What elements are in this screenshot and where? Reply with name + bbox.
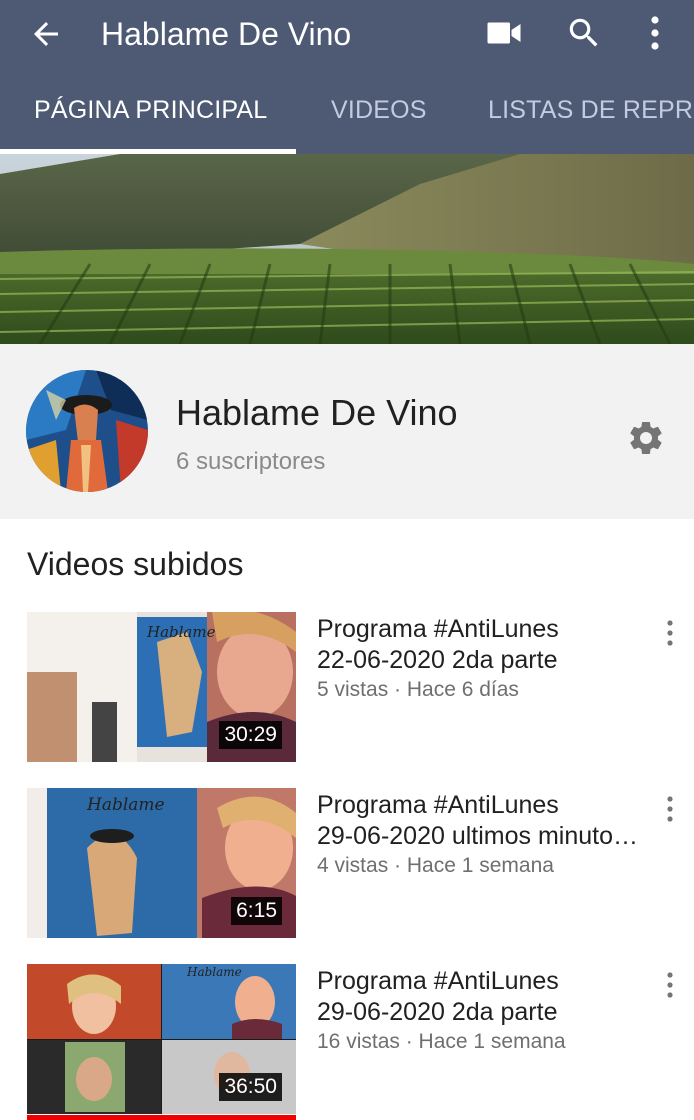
video-meta: 16 vistas · Hace 1 semana [317,1030,566,1053]
video-title-line-2: 29-06-2020 ultimos minuto… [317,822,638,850]
video-thumbnail[interactable]: Hablame 30:29 [27,612,296,762]
tab-videos[interactable]: VIDEOS [331,96,427,125]
subscriber-count: 6 suscriptores [176,448,326,475]
video-title-line-1: Programa #AntiLunes [317,791,559,819]
more-vert-icon[interactable] [660,618,680,648]
channel-avatar[interactable] [26,370,148,492]
more-vert-icon[interactable] [660,794,680,824]
video-meta: 5 vistas · Hace 6 días [317,678,519,701]
app-bar: Hablame De Vino [0,0,694,66]
video-item[interactable]: Hablame 30:29 Programa #AntiLunes 22-06-… [0,612,694,762]
svg-text:Hablame: Hablame [146,623,216,641]
video-duration: 36:50 [219,1073,282,1101]
video-title-line-2: 29-06-2020 2da parte [317,998,558,1026]
video-meta: 4 vistas · Hace 1 semana [317,854,554,877]
channel-banner [0,154,694,344]
more-vert-icon[interactable] [645,14,665,52]
video-title-line-1: Programa #AntiLunes [317,967,559,995]
video-thumbnail[interactable]: Hablame 6:15 [27,788,296,938]
video-title-line-2: 22-06-2020 2da parte [317,646,558,674]
video-item[interactable]: Hablame 36:50 Programa #AntiLunes 29-06-… [0,964,694,1120]
video-camera-icon[interactable] [486,18,522,48]
video-title[interactable]: Programa #AntiLunes 29-06-2020 2da parte [317,966,652,1028]
more-vert-icon[interactable] [660,970,680,1000]
search-icon[interactable] [565,14,603,52]
gear-icon[interactable] [626,418,666,458]
watch-progress-bar [27,1115,296,1120]
app-title: Hablame De Vino [101,16,352,52]
video-title-line-1: Programa #AntiLunes [317,615,559,643]
video-duration: 6:15 [231,897,282,925]
svg-text:Hablame: Hablame [86,795,165,815]
tab-pagina-principal[interactable]: PÁGINA PRINCIPAL [34,96,267,125]
video-title[interactable]: Programa #AntiLunes 22-06-2020 2da parte [317,614,652,676]
channel-header: Hablame De Vino 6 suscriptores [0,344,694,519]
tab-listas[interactable]: LISTAS DE REPRO [488,96,694,125]
video-thumbnail[interactable]: Hablame 36:50 [27,964,296,1114]
video-title[interactable]: Programa #AntiLunes 29-06-2020 ultimos m… [317,790,652,852]
video-item[interactable]: Hablame 6:15 Programa #AntiLunes 29-06-2… [0,788,694,938]
back-arrow-icon[interactable] [28,16,64,52]
section-title: Videos subidos [27,546,244,582]
channel-name: Hablame De Vino [176,392,458,433]
svg-text:Hablame: Hablame [186,965,242,979]
video-duration: 30:29 [219,721,282,749]
channel-tabs: PÁGINA PRINCIPAL VIDEOS LISTAS DE REPRO [0,66,694,154]
